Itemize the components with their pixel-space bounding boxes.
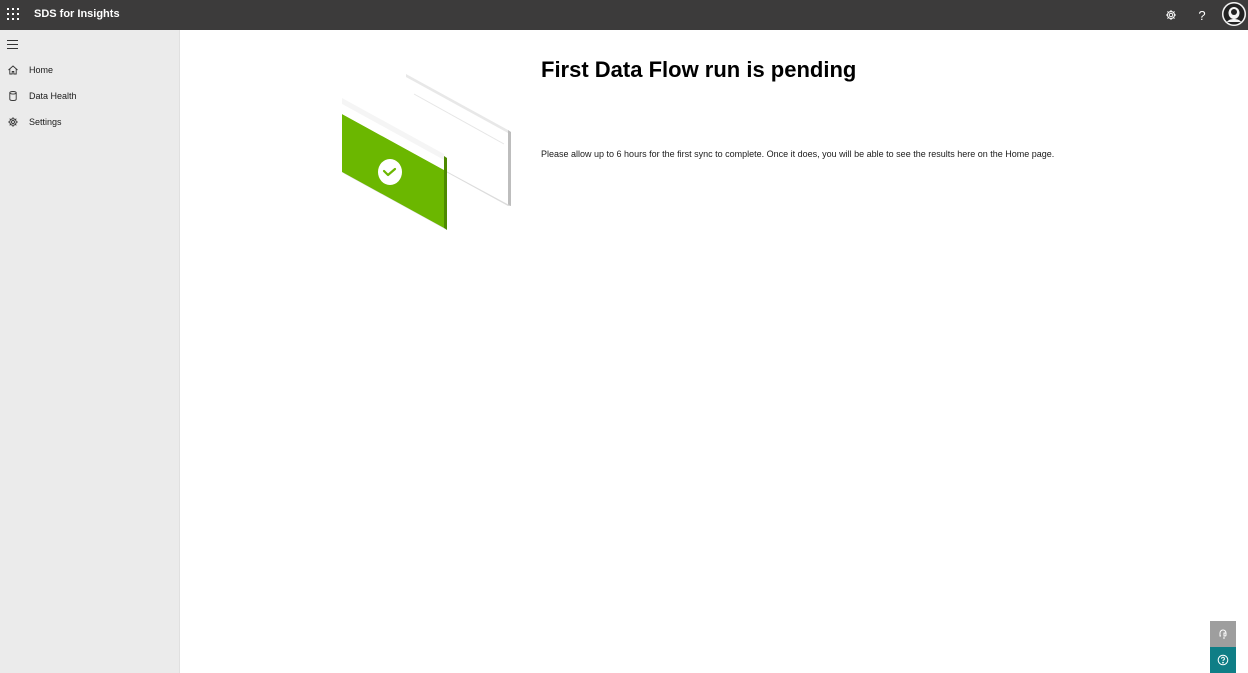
app-title[interactable]: SDS for Insights <box>34 7 120 21</box>
top-bar: SDS for Insights ? <box>0 0 1248 30</box>
help-icon[interactable]: ? <box>1191 4 1213 26</box>
pending-message: Please allow up to 6 hours for the first… <box>541 149 1055 159</box>
page-title: First Data Flow run is pending <box>541 57 857 82</box>
feedback-button[interactable] <box>1210 621 1236 647</box>
hamburger-menu-icon[interactable] <box>7 39 19 49</box>
sidebar-item-settings[interactable]: Settings <box>0 111 180 133</box>
help-button[interactable] <box>1210 647 1236 673</box>
sidebar-item-label: Home <box>29 65 54 75</box>
help-circle-icon <box>1217 654 1229 666</box>
sidebar: Home Data Health Settings <box>0 30 180 673</box>
pending-illustration <box>342 74 511 230</box>
database-icon <box>9 91 17 101</box>
waffle-icon[interactable] <box>7 8 19 20</box>
gear-icon <box>8 117 18 127</box>
sidebar-item-label: Data Health <box>29 91 77 101</box>
avatar[interactable] <box>1222 2 1246 26</box>
sidebar-item-home[interactable]: Home <box>0 59 180 81</box>
home-icon <box>8 65 18 75</box>
sidebar-item-label: Settings <box>29 117 62 127</box>
help-glyph: ? <box>1198 7 1206 23</box>
feedback-icon <box>1219 629 1227 639</box>
sidebar-item-data-health[interactable]: Data Health <box>0 85 180 107</box>
gear-icon[interactable] <box>1160 4 1182 26</box>
